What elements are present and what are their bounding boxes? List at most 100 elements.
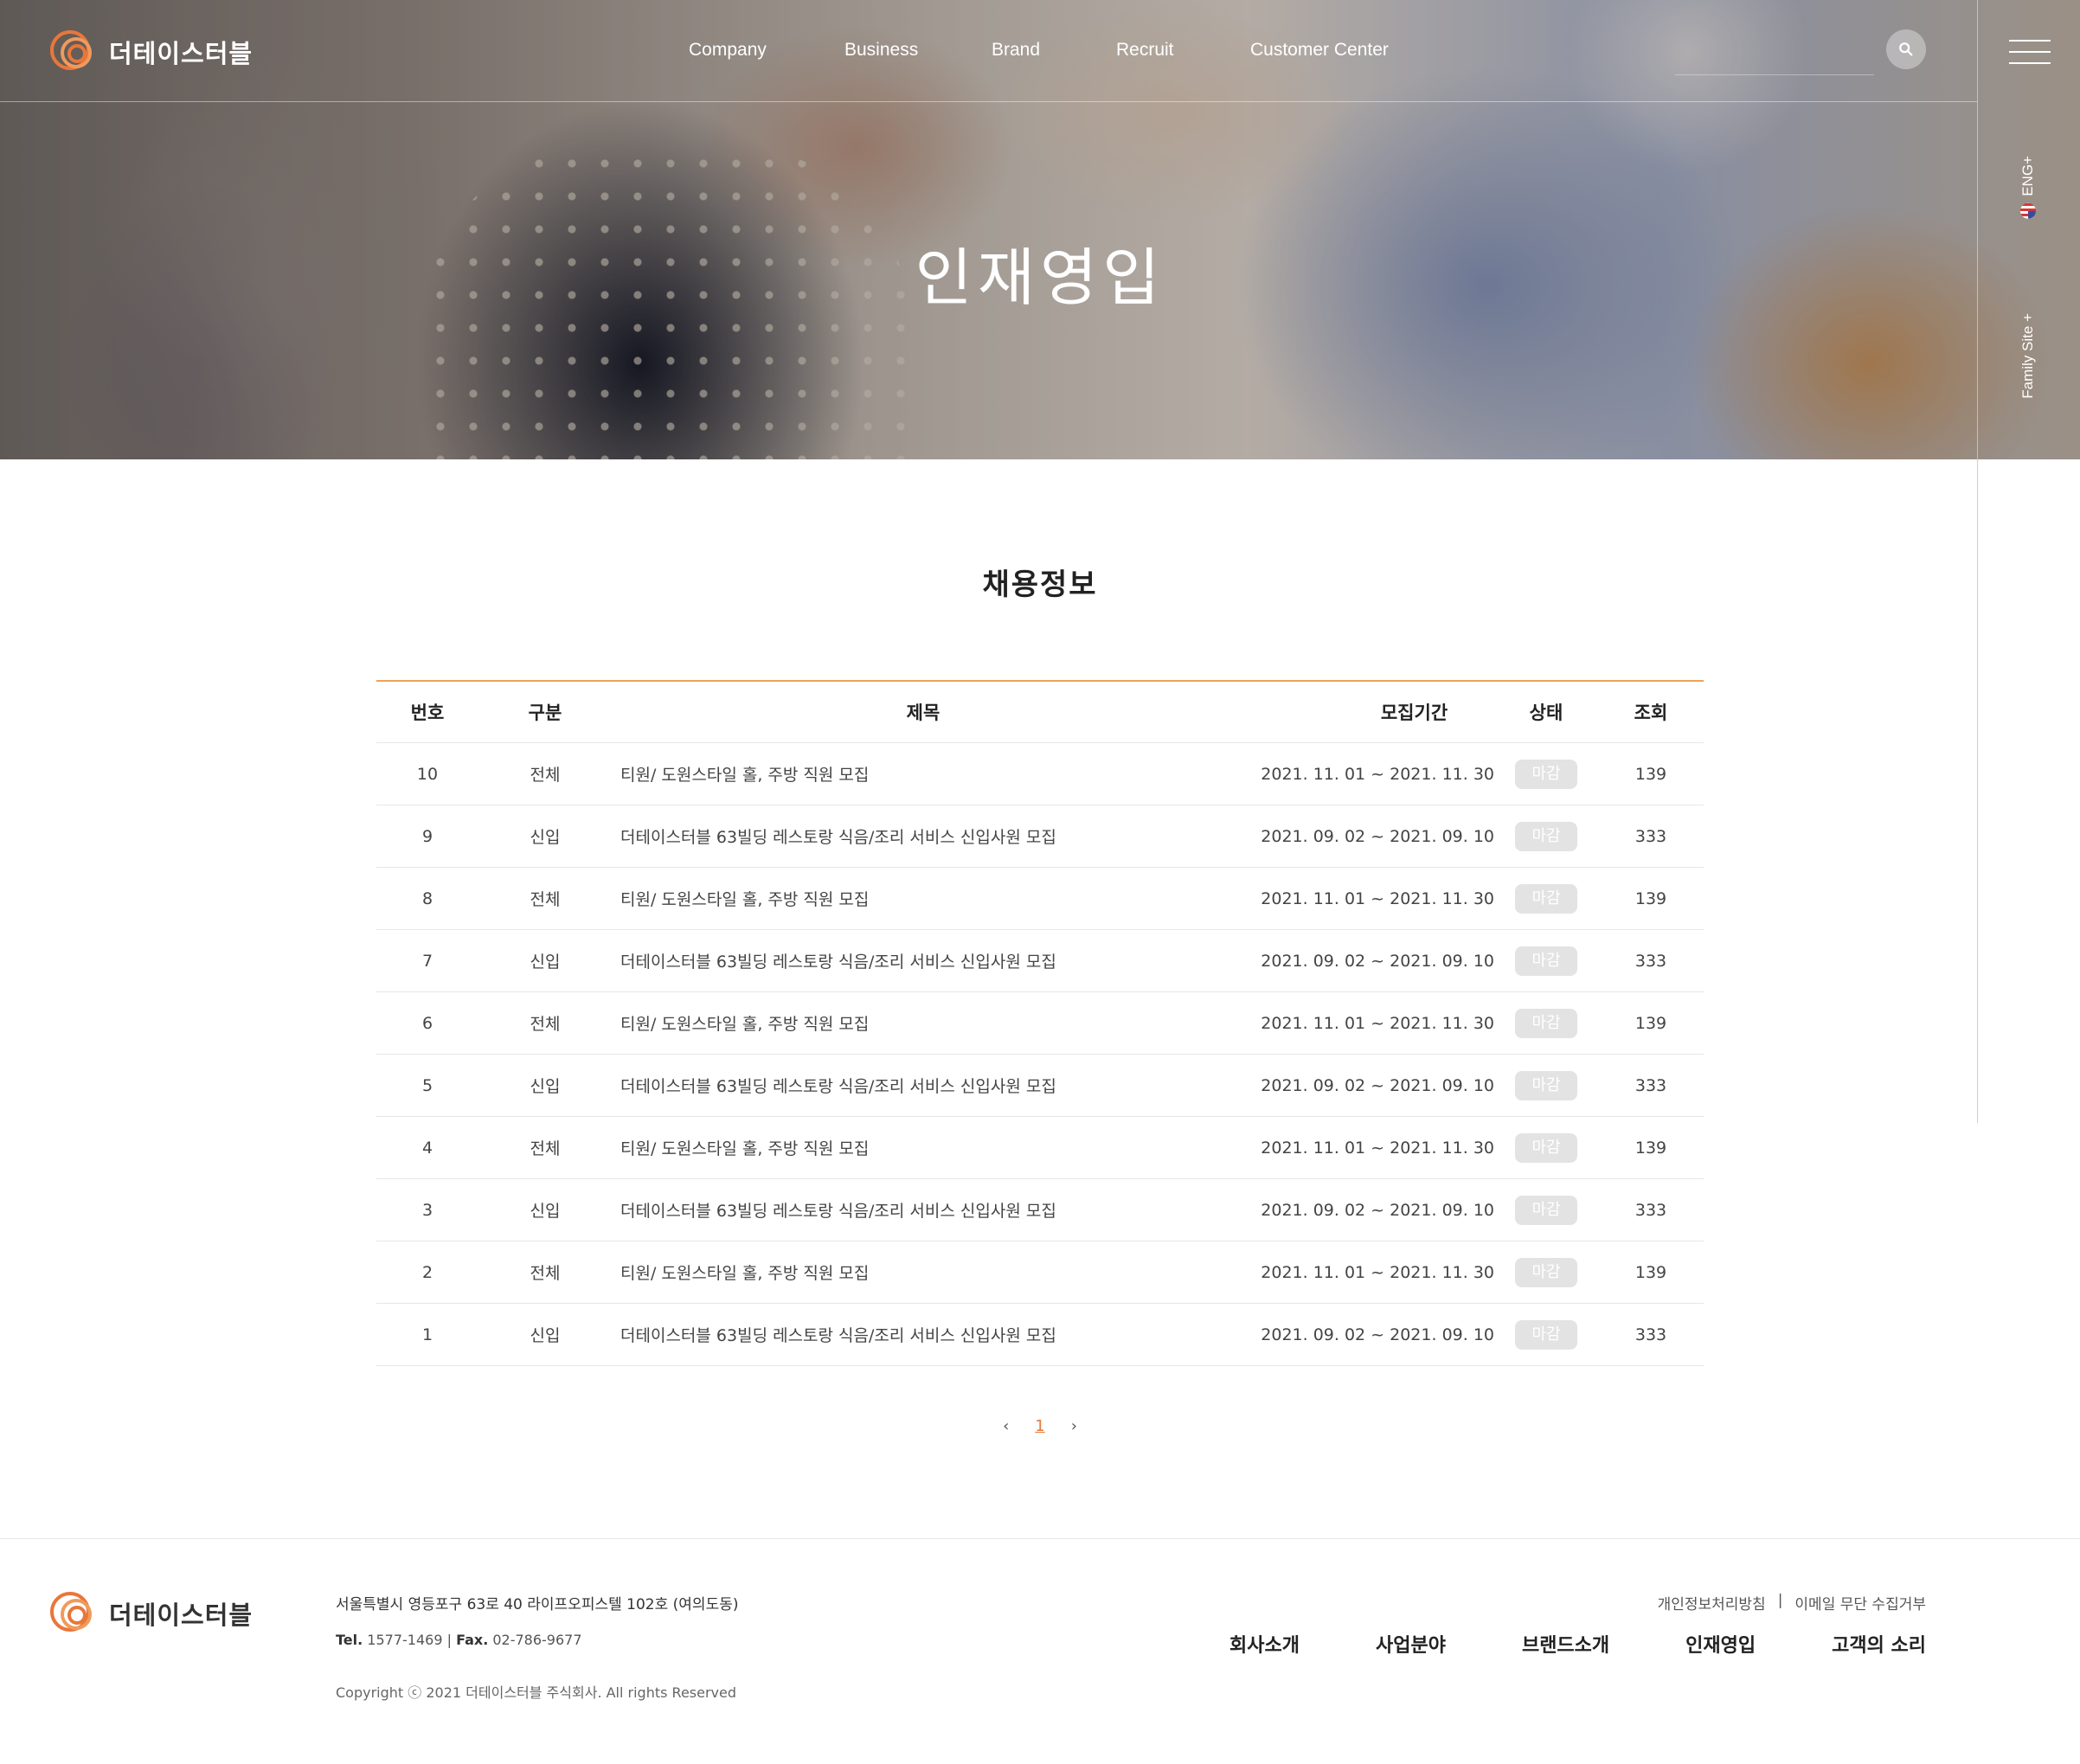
- row-category: 신입: [530, 1202, 561, 1221]
- table-row[interactable]: 3 신입 더테이스터블 63빌딩 레스토랑 식음/조리 서비스 신입사원 모집 202…: [376, 1179, 1704, 1241]
- footer-logo-text: 더테이스터블: [109, 1600, 254, 1630]
- status-badge: 마감: [1515, 821, 1577, 851]
- row-views: 333: [1634, 1200, 1667, 1220]
- column-header-number: 번호: [410, 702, 445, 723]
- status-badge: 마감: [1515, 1257, 1577, 1287]
- page-title: 인재영입: [915, 241, 1165, 314]
- table-row[interactable]: 2 전체 티원/ 도원스타일 홀, 주방 직원 모집 2021. 11. 01 ~ 2…: [376, 1241, 1704, 1304]
- nav-company[interactable]: Company: [689, 40, 767, 61]
- header-divider: [0, 101, 1977, 102]
- row-category: 전체: [530, 1139, 561, 1158]
- row-title-link[interactable]: 티원/ 도원스타일 홀, 주방 직원 모집: [612, 1011, 1235, 1035]
- table-row[interactable]: 4 전체 티원/ 도원스타일 홀, 주방 직원 모집 2021. 11. 01 ~ 2…: [376, 1117, 1704, 1179]
- search-button[interactable]: [1886, 29, 1926, 69]
- row-views: 139: [1634, 1262, 1667, 1282]
- row-category: 신입: [530, 1326, 561, 1345]
- row-status: 마감: [1494, 1132, 1598, 1163]
- row-period: 2021. 11. 01 ~ 2021. 11. 30: [1261, 1262, 1494, 1282]
- table-row[interactable]: 1 신입 더테이스터블 63빌딩 레스토랑 식음/조리 서비스 신입사원 모집 202…: [376, 1304, 1704, 1366]
- status-badge: 마감: [1515, 946, 1577, 976]
- footer-nav-customer-voice[interactable]: 고객의 소리: [1832, 1630, 1926, 1658]
- privacy-policy-link[interactable]: 개인정보처리방침: [1658, 1592, 1766, 1613]
- hamburger-icon[interactable]: [2009, 40, 2051, 64]
- language-switch[interactable]: ENG+: [2019, 156, 2037, 219]
- row-status: 마감: [1494, 759, 1598, 789]
- table-row[interactable]: 7 신입 더테이스터블 63빌딩 레스토랑 식음/조리 서비스 신입사원 모집 202…: [376, 930, 1704, 992]
- footer-nav-company[interactable]: 회사소개: [1229, 1630, 1300, 1658]
- row-category: 신입: [530, 953, 561, 972]
- row-number: 2: [421, 1262, 433, 1282]
- row-title-link[interactable]: 더테이스터블 63빌딩 레스토랑 식음/조리 서비스 신입사원 모집: [612, 1198, 1235, 1222]
- search-input-line[interactable]: [1675, 74, 1874, 75]
- row-views: 333: [1634, 826, 1667, 846]
- row-title-link[interactable]: 더테이스터블 63빌딩 레스토랑 식음/조리 서비스 신입사원 모집: [612, 824, 1235, 848]
- row-title-link[interactable]: 더테이스터블 63빌딩 레스토랑 식음/조리 서비스 신입사원 모집: [612, 1074, 1235, 1097]
- company-address: 서울특별시 영등포구 63로 40 라이프오피스텔 102호 (여의도동): [336, 1596, 739, 1613]
- copyright: Copyright ⓒ 2021 더테이스터블 주식회사. All rights…: [336, 1684, 737, 1701]
- row-period: 2021. 09. 02 ~ 2021. 09. 10: [1261, 1075, 1494, 1095]
- header-logo[interactable]: 더테이스터블: [50, 29, 253, 75]
- pagination-page-1[interactable]: 1: [1035, 1417, 1044, 1435]
- pagination-next-button[interactable]: ›: [1071, 1417, 1077, 1435]
- row-title-link[interactable]: 더테이스터블 63빌딩 레스토랑 식음/조리 서비스 신입사원 모집: [612, 1323, 1235, 1346]
- footer-divider: [0, 1538, 2080, 1539]
- nav-business[interactable]: Business: [844, 40, 918, 61]
- footer-nav-recruit[interactable]: 인재영입: [1685, 1630, 1756, 1658]
- row-title-link[interactable]: 더테이스터블 63빌딩 레스토랑 식음/조리 서비스 신입사원 모집: [612, 949, 1235, 972]
- table-header: 번호 구분 제목 모집기간 상태 조회: [376, 682, 1704, 743]
- row-period: 2021. 11. 01 ~ 2021. 11. 30: [1261, 1138, 1494, 1158]
- column-header-status: 상태: [1529, 702, 1563, 723]
- row-status: 마감: [1494, 1008, 1598, 1038]
- status-badge: 마감: [1515, 1132, 1577, 1163]
- nav-customer-center[interactable]: Customer Center: [1250, 40, 1389, 61]
- table-row[interactable]: 8 전체 티원/ 도원스타일 홀, 주방 직원 모집 2021. 11. 01 ~ 2…: [376, 868, 1704, 930]
- footer-nav-business[interactable]: 사업분야: [1376, 1630, 1446, 1658]
- nav-recruit[interactable]: Recruit: [1116, 40, 1174, 61]
- row-period: 2021. 11. 01 ~ 2021. 11. 30: [1261, 1013, 1494, 1033]
- row-title-link[interactable]: 티원/ 도원스타일 홀, 주방 직원 모집: [612, 762, 1235, 786]
- table-row[interactable]: 5 신입 더테이스터블 63빌딩 레스토랑 식음/조리 서비스 신입사원 모집 202…: [376, 1055, 1704, 1117]
- footer-nav: 회사소개 사업분야 브랜드소개 인재영입 고객의 소리: [1229, 1630, 1926, 1658]
- pagination-prev-button[interactable]: ‹: [1003, 1417, 1009, 1435]
- row-period: 2021. 11. 01 ~ 2021. 11. 30: [1261, 764, 1494, 784]
- us-flag-icon: [2020, 202, 2036, 219]
- email-refusal-link[interactable]: 이메일 무단 수집거부: [1794, 1592, 1926, 1613]
- row-number: 6: [421, 1013, 433, 1033]
- column-header-category: 구분: [528, 702, 562, 723]
- footer-nav-brand[interactable]: 브랜드소개: [1522, 1630, 1609, 1658]
- table-row[interactable]: 6 전체 티원/ 도원스타일 홀, 주방 직원 모집 2021. 11. 01 ~ 2…: [376, 992, 1704, 1055]
- logo-text: 더테이스터블: [109, 39, 254, 68]
- row-title-link[interactable]: 티원/ 도원스타일 홀, 주방 직원 모집: [612, 1136, 1235, 1159]
- row-category: 전체: [530, 1015, 561, 1034]
- row-number: 9: [421, 826, 433, 846]
- row-number: 7: [421, 951, 433, 971]
- table-row[interactable]: 10 전체 티원/ 도원스타일 홀, 주방 직원 모집 2021. 11. 01 ~ …: [376, 743, 1704, 805]
- row-period: 2021. 09. 02 ~ 2021. 09. 10: [1261, 826, 1494, 846]
- row-status: 마감: [1494, 1319, 1598, 1350]
- family-site-link[interactable]: Family Site +: [2019, 313, 2037, 399]
- row-status: 마감: [1494, 1195, 1598, 1225]
- column-header-period: 모집기간: [1380, 702, 1448, 723]
- status-badge: 마감: [1515, 1008, 1577, 1038]
- section-title: 채용정보: [982, 568, 1098, 602]
- row-title-link[interactable]: 티원/ 도원스타일 홀, 주방 직원 모집: [612, 1260, 1235, 1284]
- footer-logo[interactable]: 더테이스터블: [50, 1590, 253, 1637]
- fax-label: Fax.: [456, 1632, 489, 1648]
- status-badge: 마감: [1515, 759, 1577, 789]
- row-title-link[interactable]: 티원/ 도원스타일 홀, 주방 직원 모집: [612, 887, 1235, 910]
- row-number: 8: [421, 888, 433, 908]
- row-period: 2021. 11. 01 ~ 2021. 11. 30: [1261, 888, 1494, 908]
- row-category: 신입: [530, 1077, 561, 1096]
- language-label: ENG+: [2019, 156, 2036, 196]
- row-views: 333: [1634, 1075, 1667, 1095]
- table-row[interactable]: 9 신입 더테이스터블 63빌딩 레스토랑 식음/조리 서비스 신입사원 모집 202…: [376, 805, 1704, 868]
- tel-label: Tel.: [336, 1632, 363, 1648]
- policy-links: 개인정보처리방침 | 이메일 무단 수집거부: [1658, 1592, 1926, 1613]
- fax-number: 02-786-9677: [492, 1632, 582, 1648]
- nav-brand[interactable]: Brand: [992, 40, 1040, 61]
- status-badge: 마감: [1515, 883, 1577, 914]
- row-status: 마감: [1494, 1257, 1598, 1287]
- row-number: 1: [421, 1325, 433, 1344]
- logo-mark-icon: [50, 1590, 97, 1637]
- row-views: 139: [1634, 888, 1667, 908]
